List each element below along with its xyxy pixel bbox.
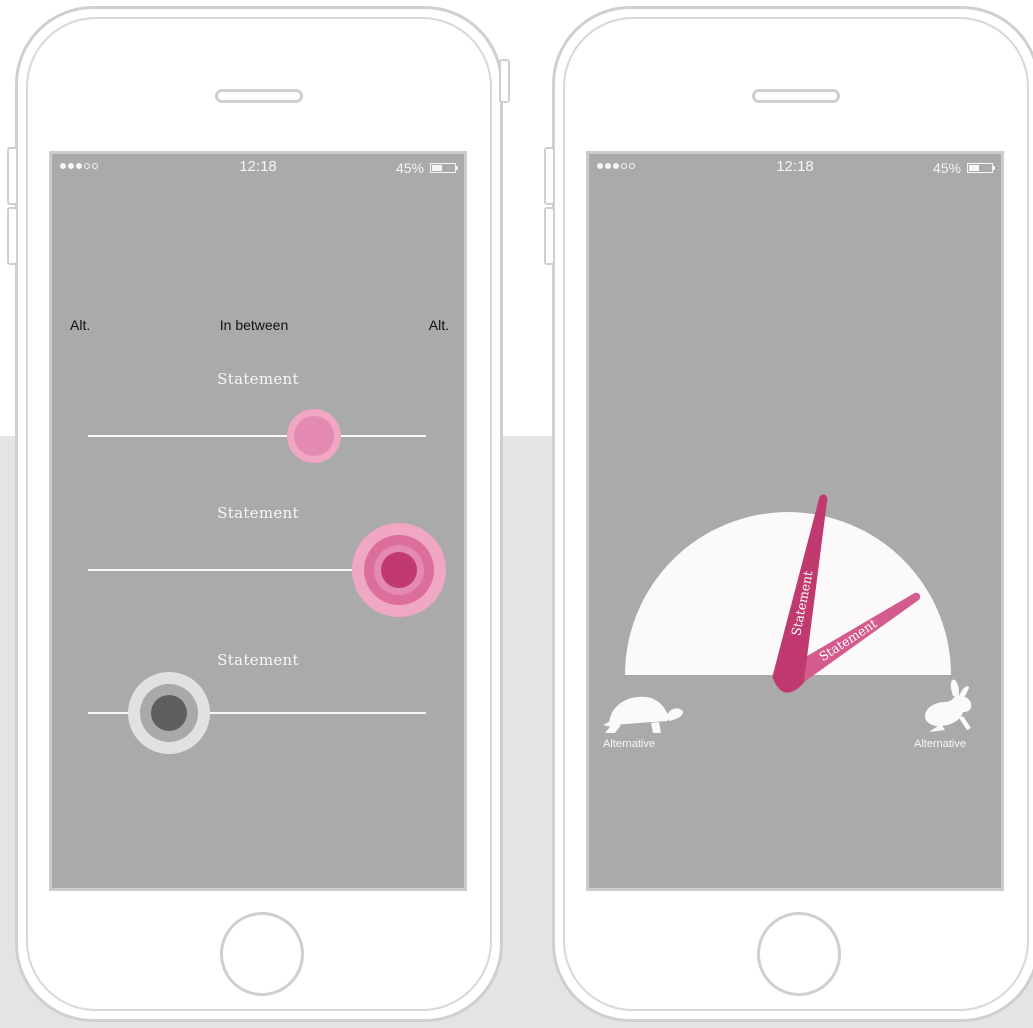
home-button[interactable]: [757, 912, 841, 996]
earpiece-speaker: [215, 89, 303, 103]
slider-statement-label: Statement: [217, 370, 299, 388]
volume-up-button: [7, 147, 18, 205]
gray-ring-knob[interactable]: [128, 672, 211, 754]
rabbit-icon: [925, 679, 972, 732]
scale-middle-label: In between: [219, 317, 289, 333]
slider-statement-label: Statement: [217, 651, 299, 669]
volume-down-button: [7, 207, 18, 265]
battery-percent: 45%: [395, 160, 424, 176]
right-alternative-label: Alternative: [914, 738, 966, 750]
knob-inner-dot: [151, 695, 188, 731]
slider-track[interactable]: [88, 435, 426, 437]
scale-labels: Alt. In between Alt.: [52, 317, 464, 337]
pink-ring-knob[interactable]: [351, 523, 446, 617]
gauge-screen: 12:18 45% Statement Statement Alternativ…: [589, 154, 1001, 888]
turtle-icon: [603, 696, 683, 733]
volume-up-button: [544, 147, 555, 205]
knob-center-dot: [380, 552, 417, 588]
scale-right-label: Alt.: [428, 317, 449, 333]
phone-mockup-sliders: 12:18 45% Alt. In between Alt. Statement…: [7, 6, 510, 1022]
volume-down-button: [544, 207, 555, 265]
home-button[interactable]: [220, 912, 304, 996]
slider-statement-label: Statement: [217, 504, 299, 522]
slider-screen: 12:18 45% Alt. In between Alt. Statement…: [52, 154, 464, 888]
battery-level-fill: [432, 165, 442, 171]
phone-mockup-gauge: 12:18 45% Statement Statement Alternativ…: [544, 6, 1033, 1022]
left-alternative-label: Alternative: [603, 738, 655, 750]
status-bar: 12:18 45%: [52, 154, 464, 180]
pink-dot-knob[interactable]: [287, 409, 342, 463]
earpiece-speaker: [752, 89, 840, 103]
speed-gauge: Statement Statement: [625, 494, 951, 693]
battery-icon: [430, 163, 458, 173]
battery-status: 45%: [395, 160, 458, 176]
power-button: [499, 59, 510, 103]
